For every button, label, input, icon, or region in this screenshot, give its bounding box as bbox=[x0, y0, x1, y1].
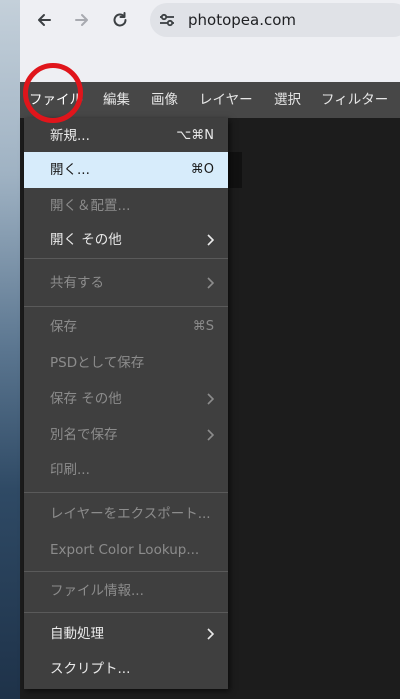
url-text: photopea.com bbox=[188, 11, 297, 29]
chevron-right-icon bbox=[207, 277, 214, 289]
menu-separator bbox=[24, 612, 228, 613]
menu-item-print[interactable]: 印刷... bbox=[24, 452, 228, 488]
menu-item-save-more[interactable]: 保存 その他 bbox=[24, 381, 228, 417]
menu-edit[interactable]: 編集 bbox=[103, 82, 130, 118]
menu-separator bbox=[24, 258, 228, 259]
menu-item-save-as-psd[interactable]: PSDとして保存 bbox=[24, 345, 228, 381]
menu-item-new[interactable]: 新規... ⌥⌘N bbox=[24, 118, 228, 154]
menu-item-export-color-lookup[interactable]: Export Color Lookup... bbox=[24, 532, 228, 568]
forward-arrow-icon[interactable] bbox=[70, 8, 94, 32]
menu-item-automate[interactable]: 自動処理 bbox=[24, 616, 228, 652]
site-settings-icon[interactable] bbox=[158, 11, 176, 29]
menu-separator bbox=[24, 306, 228, 307]
menu-filter[interactable]: フィルター bbox=[321, 82, 388, 118]
menu-select[interactable]: 選択 bbox=[274, 82, 301, 118]
menu-separator bbox=[24, 571, 228, 572]
chevron-right-icon bbox=[207, 628, 214, 640]
back-arrow-icon[interactable] bbox=[32, 8, 56, 32]
menu-item-scripts[interactable]: スクリプト... bbox=[24, 651, 228, 687]
menu-separator bbox=[24, 492, 228, 493]
browser-toolbar: photopea.com bbox=[20, 0, 400, 82]
annotation-circle bbox=[23, 63, 83, 123]
menu-image[interactable]: 画像 bbox=[151, 82, 178, 118]
menu-item-share[interactable]: 共有する bbox=[24, 265, 228, 301]
menu-item-save-as[interactable]: 別名で保存 bbox=[24, 417, 228, 453]
menu-item-export-layers[interactable]: レイヤーをエクスポート... bbox=[24, 496, 228, 532]
menu-item-open-more[interactable]: 開く その他 bbox=[24, 222, 228, 258]
menu-item-open-and-place[interactable]: 開く＆配置... bbox=[24, 188, 228, 224]
address-bar[interactable]: photopea.com bbox=[150, 3, 400, 37]
reload-icon[interactable] bbox=[108, 8, 132, 32]
menu-item-save[interactable]: 保存 ⌘S bbox=[24, 309, 228, 345]
chevron-right-icon bbox=[207, 429, 214, 441]
browser-window: photopea.com ファイル 編集 画像 レイヤー 選択 フィルター 新規… bbox=[20, 0, 400, 699]
menu-item-open[interactable]: 開く... ⌘O bbox=[24, 152, 228, 188]
chevron-right-icon bbox=[207, 234, 214, 246]
menu-item-file-info[interactable]: ファイル情報... bbox=[24, 573, 228, 609]
chevron-right-icon bbox=[207, 393, 214, 405]
menu-layer[interactable]: レイヤー bbox=[199, 82, 253, 118]
file-menu-dropdown: 新規... ⌥⌘N 開く... ⌘O 開く＆配置... 開く その他 共有する … bbox=[24, 118, 228, 689]
desktop-background bbox=[0, 0, 20, 699]
